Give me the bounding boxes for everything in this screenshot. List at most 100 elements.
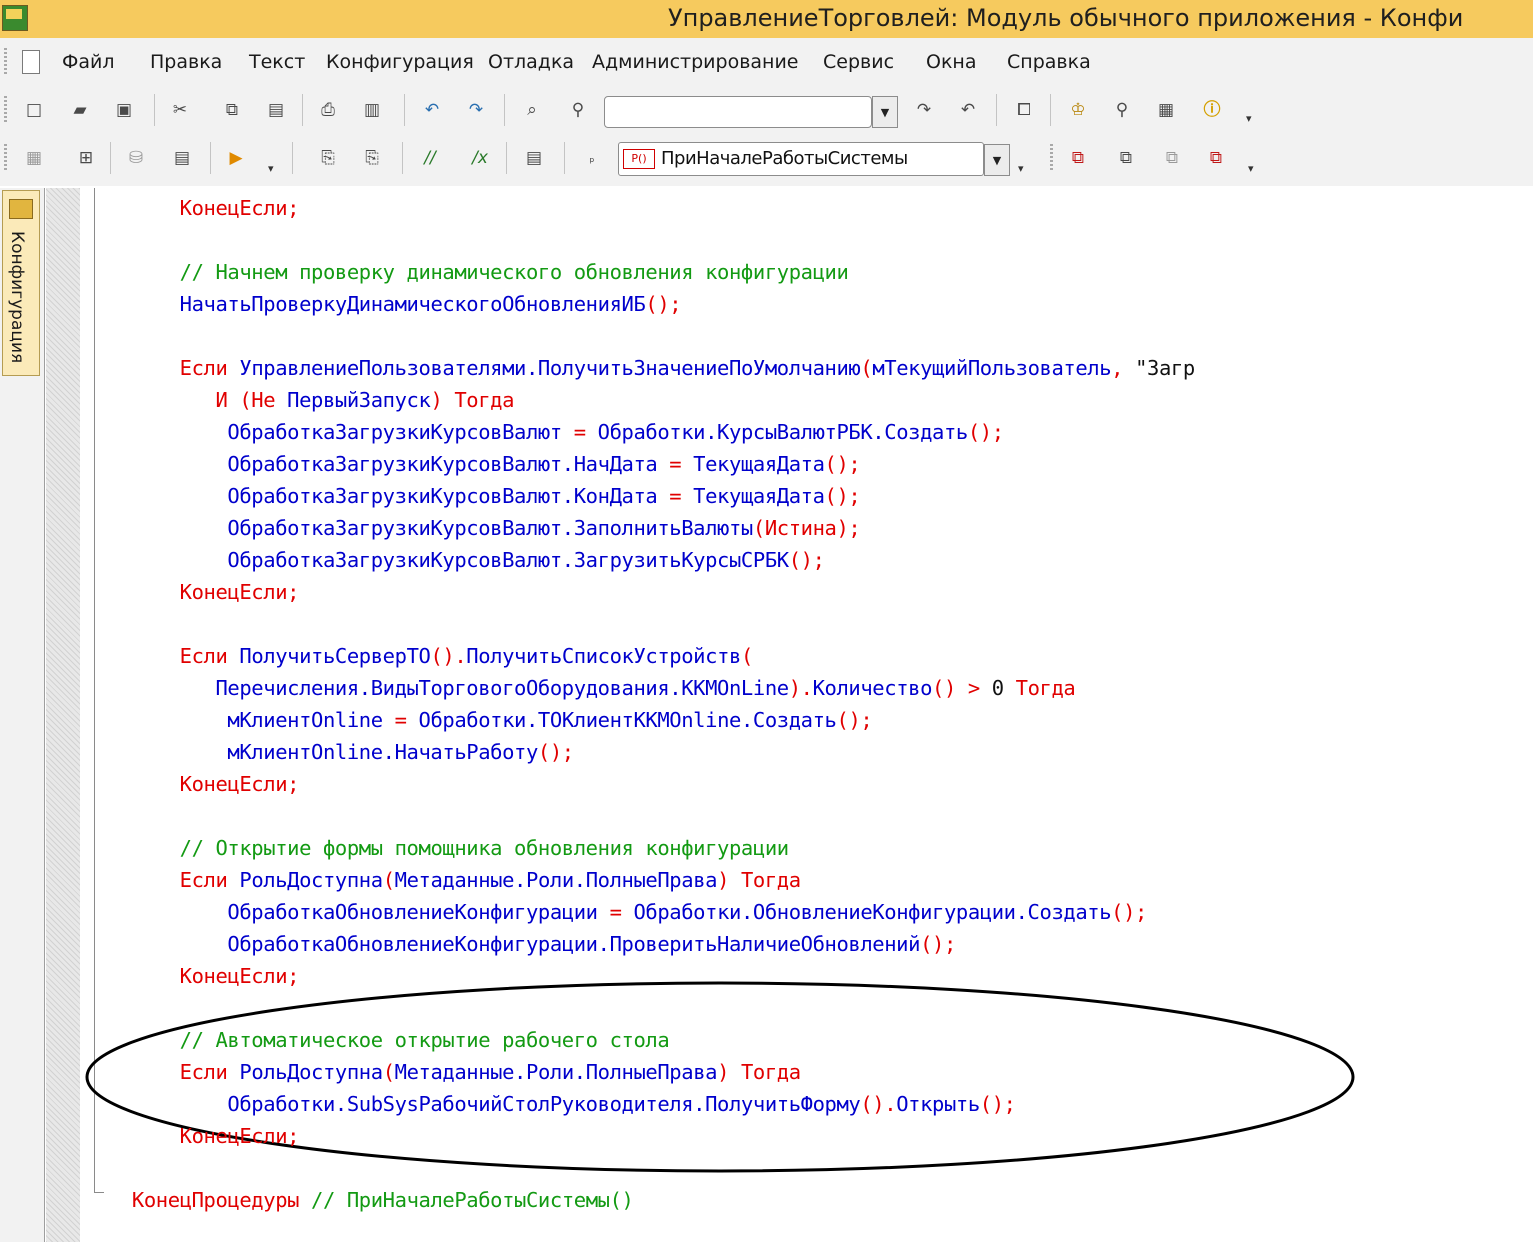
search-dropdown-button[interactable]: ▼ — [872, 96, 898, 128]
side-panel: Конфигурация — [0, 188, 45, 1242]
help-scholar-icon[interactable]: ♔ — [1066, 98, 1090, 122]
editor-gutter[interactable] — [46, 188, 80, 1242]
comment-lines-icon[interactable]: // — [418, 146, 442, 170]
toolbar-grip[interactable] — [4, 144, 7, 172]
toolbar-grip[interactable] — [4, 96, 7, 124]
menu-grip[interactable] — [4, 48, 7, 76]
search-icon[interactable]: ⚲ — [566, 98, 590, 122]
menu-help[interactable]: Справка — [1007, 51, 1091, 73]
database-icon[interactable]: ⛁ — [124, 146, 148, 170]
uncomment-lines-icon[interactable]: /x — [468, 146, 492, 170]
table-icon[interactable]: ▤ — [170, 146, 194, 170]
paste-icon[interactable]: ▤ — [264, 98, 288, 122]
code-editor[interactable]: КонецЕсли; // Начнем проверку динамическ… — [80, 188, 1533, 1242]
procedure-chevron-down-icon[interactable]: ▾ — [1018, 162, 1024, 175]
save-icon[interactable]: ▣ — [112, 98, 136, 122]
search-input[interactable] — [604, 96, 872, 128]
find-next-icon[interactable]: ↷ — [912, 98, 936, 122]
code-line[interactable]: Если РольДоступна(Метаданные.Роли.Полные… — [108, 1056, 801, 1088]
code-token: // Начнем проверку динамического обновле… — [179, 260, 849, 284]
menu-text[interactable]: Текст — [249, 51, 305, 73]
code-line[interactable]: КонецЕсли; — [108, 192, 300, 224]
find-previous-icon[interactable]: ↶ — [956, 98, 980, 122]
code-line[interactable]: КонецЕсли; — [108, 576, 300, 608]
code-line[interactable]: Если РольДоступна(Метаданные.Роли.Полные… — [108, 864, 801, 896]
code-line[interactable]: И (Не ПервыйЗапуск) Тогда — [108, 384, 514, 416]
code-line[interactable]: КонецПроцедуры // ПриНачалеРаботыСистемы… — [108, 1184, 634, 1216]
code-token: Обработки.КурсыВалютРБК.Создать — [597, 420, 969, 444]
code-line[interactable]: ОбработкаОбновлениеКонфигурации = Обрабо… — [108, 896, 1147, 928]
code-token: Обработки.ОбновлениеКонфигурации.Создать — [633, 900, 1112, 924]
code-line[interactable]: ОбработкаОбновлениеКонфигурации.Проверит… — [108, 928, 956, 960]
find-in-module-icon[interactable]: ⌕ — [520, 98, 544, 122]
toolbar-separator — [154, 94, 155, 126]
toolbar-chevron-down-icon[interactable]: ▾ — [1248, 162, 1254, 175]
code-line[interactable]: Если УправлениеПользователями.ПолучитьЗн… — [108, 352, 1196, 384]
breakpoint-list-icon[interactable]: ⧉ — [1160, 146, 1184, 170]
code-line[interactable]: Обработки.SubSysРабочийСтолРуководителя.… — [108, 1088, 1016, 1120]
toolbar-separator — [996, 94, 997, 126]
menu-administration[interactable]: Администрирование — [592, 51, 799, 73]
code-line[interactable]: мКлиентOnline = Обработки.ТОКлиентККМOnl… — [108, 704, 872, 736]
print-icon[interactable]: ⎙ — [316, 98, 340, 122]
code-line[interactable]: ОбработкаЗагрузкиКурсовВалют = Обработки… — [108, 416, 1004, 448]
windows-icon[interactable]: ⧠ — [1012, 98, 1036, 122]
syntax-assistant-icon[interactable]: ⚲ — [1110, 98, 1134, 122]
menu-debug[interactable]: Отладка — [488, 51, 574, 73]
code-line[interactable]: ОбработкаЗагрузкиКурсовВалют.ЗагрузитьКу… — [108, 544, 825, 576]
document-icon[interactable] — [22, 50, 40, 74]
procedure-select[interactable]: P() ПриНачалеРаботыСистемы — [618, 142, 984, 176]
code-line[interactable]: // Автоматическое открытие рабочего стол… — [108, 1024, 670, 1056]
menu-service[interactable]: Сервис — [823, 51, 894, 73]
menu-file[interactable]: Файл — [62, 51, 115, 73]
redo-icon[interactable]: ↷ — [464, 98, 488, 122]
code-line[interactable]: Если ПолучитьСерверТО().ПолучитьСписокУс… — [108, 640, 754, 672]
code-line[interactable]: // Открытие формы помощника обновления к… — [108, 832, 789, 864]
code-token: (); — [920, 932, 956, 956]
code-token: ПолучитьСписокУстройств — [466, 644, 741, 668]
form-grid-icon[interactable]: ▦ — [22, 146, 46, 170]
code-token: ) Тогда — [430, 388, 515, 412]
procedures-list-icon[interactable]: ₚ — [580, 146, 604, 170]
template-replace-icon[interactable]: ⎘ — [360, 146, 384, 170]
code-line[interactable]: мКлиентOnline.НачатьРаботу(); — [108, 736, 574, 768]
code-line[interactable]: ОбработкаЗагрузкиКурсовВалют.НачДата = Т… — [108, 448, 860, 480]
code-token: Обработки.ТОКлиентККМOnline.Создать — [418, 708, 837, 732]
code-line[interactable]: КонецЕсли; — [108, 960, 300, 992]
run-chevron-down-icon[interactable]: ▾ — [268, 162, 274, 175]
code-line[interactable]: КонецЕсли; — [108, 768, 300, 800]
form-designer-icon[interactable]: ⊞ — [74, 146, 98, 170]
menu-configuration[interactable]: Конфигурация — [326, 51, 474, 73]
breakpoint-icon[interactable]: ⧉ — [1066, 146, 1090, 170]
code-token: (); — [824, 452, 861, 476]
toolbar-grip[interactable] — [1050, 144, 1053, 172]
menu-windows[interactable]: Окна — [926, 51, 977, 73]
code-line[interactable]: ОбработкаЗагрузкиКурсовВалют.КонДата = Т… — [108, 480, 860, 512]
copy-icon[interactable]: ⧉ — [220, 98, 244, 122]
open-folder-icon[interactable]: ▰ — [68, 98, 92, 122]
code-line[interactable]: ОбработкаЗагрузкиКурсовВалют.ЗаполнитьВа… — [108, 512, 860, 544]
toolbar-chevron-down-icon[interactable]: ▾ — [1246, 112, 1252, 125]
code-token: "Загр — [1135, 356, 1195, 380]
menu-edit[interactable]: Правка — [150, 51, 222, 73]
print-preview-icon[interactable]: ▥ — [360, 98, 384, 122]
help-book-icon[interactable]: ▦ — [1154, 98, 1178, 122]
template-icon[interactable]: ⎘ — [316, 146, 340, 170]
code-line[interactable]: КонецЕсли; — [108, 1120, 300, 1152]
code-line[interactable]: Перечисления.ВидыТоргового​Оборудования.… — [108, 672, 1075, 704]
about-info-icon[interactable]: ⓘ — [1200, 98, 1224, 122]
run-debug-icon[interactable]: ▶ — [224, 146, 248, 170]
procedure-dropdown-button[interactable]: ▼ — [984, 144, 1010, 176]
side-tab-configuration[interactable]: Конфигурация — [2, 190, 40, 376]
code-line[interactable]: НачатьПроверкуДинамическогоОбновленияИБ(… — [108, 288, 682, 320]
syntax-check-icon[interactable]: ▤ — [522, 146, 546, 170]
new-document-icon[interactable]: □ — [22, 98, 46, 122]
cut-icon[interactable]: ✂ — [168, 98, 192, 122]
disabled-breakpoint-icon[interactable]: ⧉ — [1114, 146, 1138, 170]
remove-breakpoints-icon[interactable]: ⧉ — [1204, 146, 1228, 170]
app-icon[interactable] — [2, 5, 28, 31]
undo-icon[interactable]: ↶ — [420, 98, 444, 122]
code-token: И (Не — [215, 388, 288, 412]
code-line[interactable]: // Начнем проверку динамического обновле… — [108, 256, 849, 288]
